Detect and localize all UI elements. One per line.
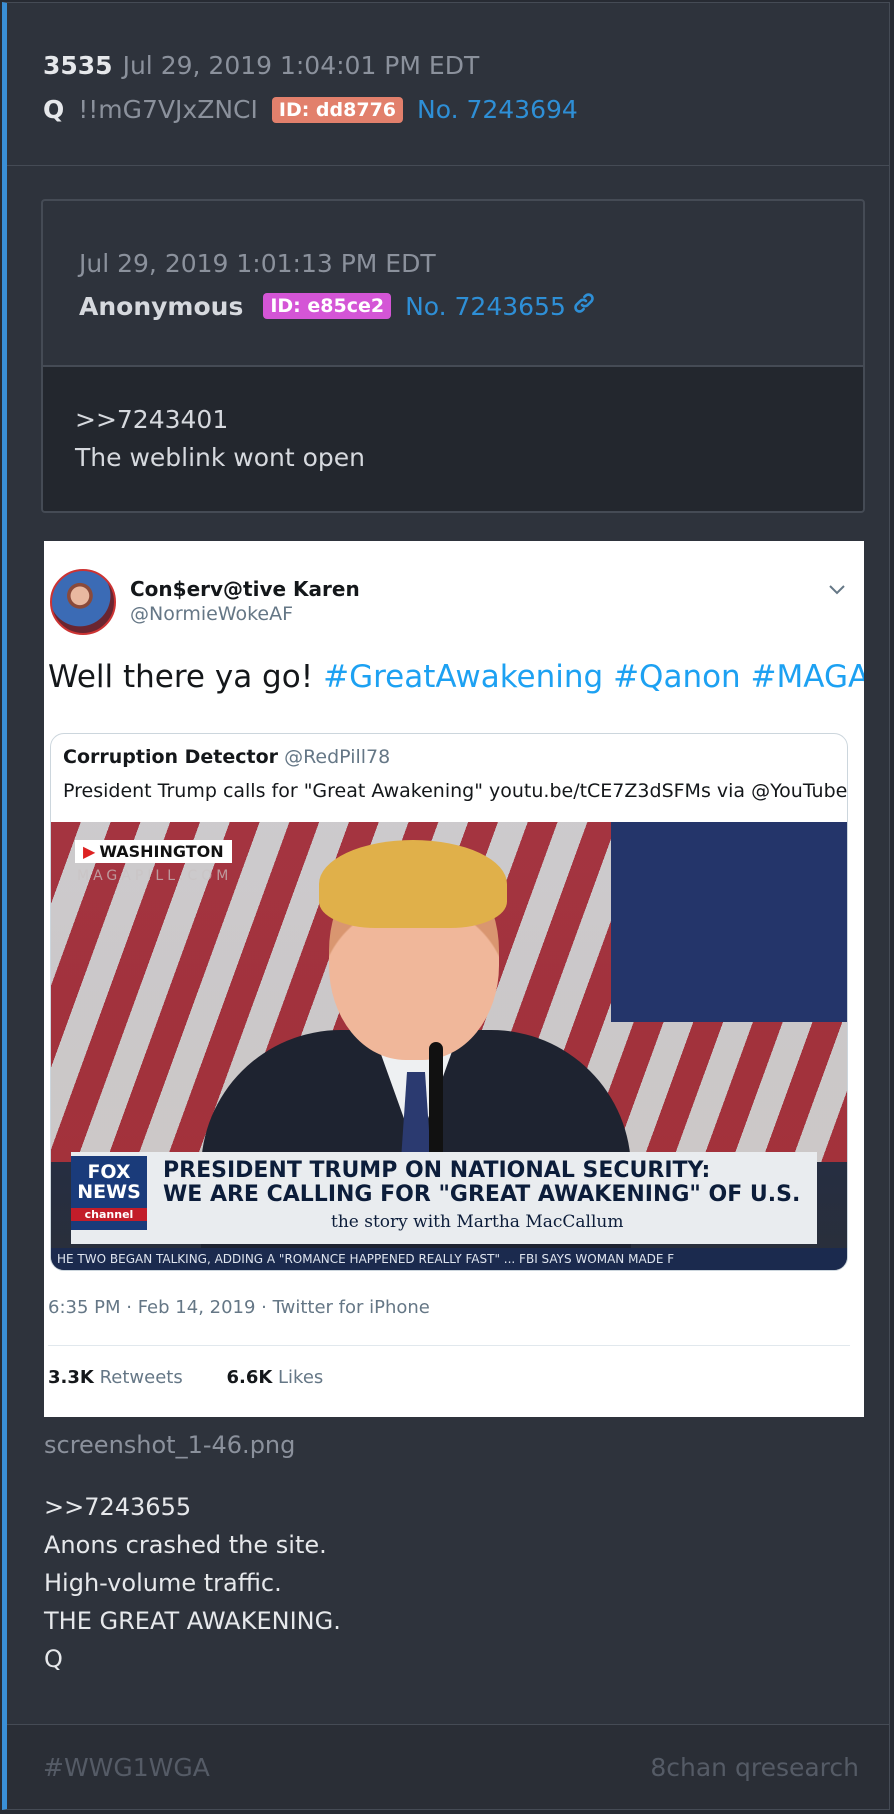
link-icon[interactable]: [572, 291, 596, 321]
avatar: [50, 569, 116, 635]
quoted-tweet-author: Corruption Detector @RedPill78: [63, 746, 390, 768]
quoted-post-number-link[interactable]: No. 7243655: [405, 292, 566, 321]
headline-line-1: PRESIDENT TRUMP ON NATIONAL SECURITY:: [163, 1158, 711, 1183]
post-author: Q: [43, 95, 65, 124]
video-thumbnail: ▶ WASHINGTON MAGAPILL.COM FOX NEWS channel…: [51, 822, 847, 1270]
news-ticker: HE TWO BEGAN TALKING, ADDING A "ROMANCE …: [51, 1248, 847, 1270]
footer-hashtag: #WWG1WGA: [43, 1753, 210, 1782]
headline-line-2: WE ARE CALLING FOR "GREAT AWAKENING" OF …: [163, 1182, 801, 1207]
body-line-signature: Q: [44, 1645, 63, 1673]
chevron-down-icon: [828, 581, 846, 600]
show-name: the story with Martha MacCallum: [331, 1212, 624, 1232]
quoted-tweet-handle: @RedPill78: [284, 746, 391, 768]
body-line: High-volume traffic.: [44, 1569, 282, 1597]
quoted-post-header: Jul 29, 2019 1:01:13 PM EDT Anonymous ID…: [43, 201, 863, 367]
post-footer: #WWG1WGA 8chan qresearch: [7, 1724, 889, 1809]
likes-count: 6.6K: [226, 1367, 273, 1388]
attachment-filename[interactable]: screenshot_1-46.png: [44, 1431, 295, 1459]
post-timestamp: Jul 29, 2019 1:04:01 PM EDT: [122, 51, 480, 80]
retweets-label: Retweets: [99, 1367, 183, 1388]
post-number-link[interactable]: No. 7243694: [417, 95, 578, 124]
quoted-tweet: Corruption Detector @RedPill78 President …: [50, 733, 848, 1271]
tweet-screenshot-image[interactable]: Con$erv@tive Karen @NormieWokeAF Well th…: [44, 541, 864, 1417]
tweet-divider: [48, 1345, 850, 1346]
retweets-count: 3.3K: [48, 1367, 94, 1388]
post-author-row: Q !!mG7VJxZNCI ID: dd8776 No. 7243694: [43, 95, 578, 124]
tweet-meta: 6:35 PM · Feb 14, 2019 · Twitter for iPh…: [48, 1297, 430, 1318]
quoted-timestamp: Jul 29, 2019 1:01:13 PM EDT: [79, 249, 436, 278]
flag-stars-field: [611, 822, 847, 1022]
likes-label: Likes: [278, 1367, 324, 1388]
quoted-post-body: >>7243401 The weblink wont open: [43, 367, 863, 511]
tweet-author-handle: @NormieWokeAF: [130, 603, 294, 625]
location-tag: ▶ WASHINGTON: [75, 840, 232, 863]
quoted-author: Anonymous: [79, 291, 244, 321]
quoted-tweet-name: Corruption Detector: [63, 746, 279, 768]
tweet-text: Well there ya go! #GreatAwakening #Qanon …: [48, 659, 864, 695]
tweet-hashtags: #GreatAwakening #Qanon #MAGA: [323, 659, 864, 695]
post-card: 3535 Jul 29, 2019 1:04:01 PM EDT Q !!mG7V…: [2, 2, 890, 1810]
tweet-text-body: Well there ya go!: [48, 659, 314, 695]
tweet-stats: 3.3K Retweets 6.6K Likes: [48, 1367, 323, 1388]
tweet-author-name: Con$erv@tive Karen: [130, 577, 360, 601]
watermark: MAGAPILL.COM: [77, 868, 233, 884]
body-line: THE GREAT AWAKENING.: [44, 1607, 341, 1635]
tripcode: !!mG7VJxZNCI: [78, 95, 258, 124]
post-meta-row: 3535 Jul 29, 2019 1:04:01 PM EDT: [43, 51, 479, 80]
speaker-hair: [319, 840, 507, 928]
quoted-post: Jul 29, 2019 1:01:13 PM EDT Anonymous ID…: [41, 199, 865, 513]
quoted-line-text: The weblink wont open: [75, 443, 366, 472]
quoted-line-reply[interactable]: >>7243401: [75, 405, 228, 434]
post-number: 3535: [43, 51, 113, 80]
body-line: Anons crashed the site.: [44, 1531, 327, 1559]
quoted-author-row: Anonymous ID: e85ce2 No. 7243655: [79, 291, 596, 321]
footer-source: 8chan qresearch: [650, 1753, 859, 1782]
post-header: 3535 Jul 29, 2019 1:04:01 PM EDT Q !!mG7V…: [7, 3, 889, 166]
quoted-id-badge: ID: e85ce2: [263, 293, 392, 319]
body-line-reply[interactable]: >>7243655: [44, 1493, 191, 1521]
post-id-badge: ID: dd8776: [271, 96, 404, 123]
network-logo: FOX NEWS channel: [71, 1156, 147, 1230]
quoted-tweet-text: President Trump calls for "Great Awakeni…: [63, 780, 848, 802]
